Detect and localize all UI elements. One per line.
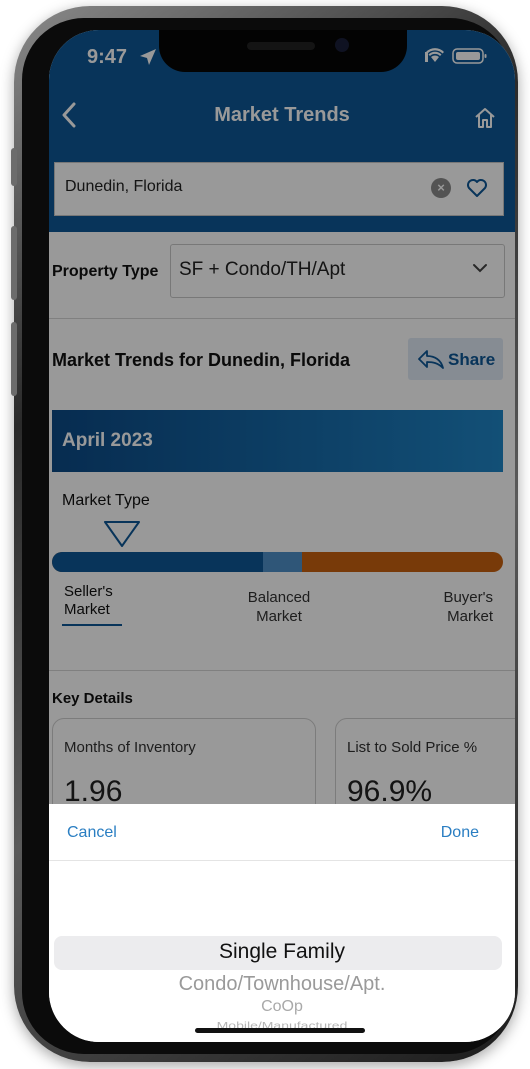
picker-option[interactable]: CoOp	[49, 998, 515, 1016]
cancel-button[interactable]: Cancel	[67, 824, 117, 842]
home-indicator[interactable]	[195, 1028, 365, 1033]
volume-up-button	[11, 226, 17, 300]
done-button[interactable]: Done	[441, 824, 479, 842]
picker-option[interactable]: Single Family	[49, 940, 515, 964]
picker-option[interactable]: Condo/Townhouse/Apt.	[49, 973, 515, 996]
picker-toolbar: Cancel Done	[49, 804, 515, 861]
mute-switch	[11, 148, 17, 186]
screen: 9:47 Market Trends Dunedin, Florida × Pr…	[49, 30, 515, 1042]
modal-overlay[interactable]	[49, 30, 515, 806]
picker-sheet: Cancel Done Single Family Condo/Townhous…	[49, 804, 515, 1042]
volume-down-button	[11, 322, 17, 396]
